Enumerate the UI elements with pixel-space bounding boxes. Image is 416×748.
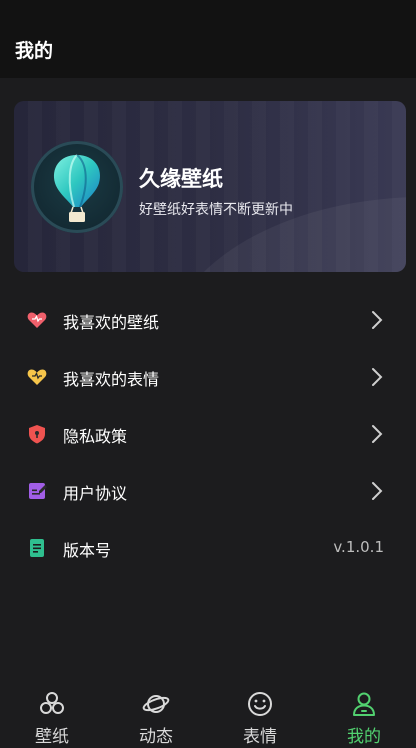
top-bar: 我的 xyxy=(0,0,416,78)
chevron-right-icon xyxy=(372,311,383,329)
menu-item-label: 我喜欢的壁纸 xyxy=(63,313,160,332)
app-logo xyxy=(31,141,123,233)
tab-stickers[interactable]: 表情 xyxy=(208,676,312,748)
page-title: 我的 xyxy=(15,40,54,62)
chevron-right-icon xyxy=(372,425,383,443)
menu-item-favorite-wallpapers[interactable]: 我喜欢的壁纸 xyxy=(0,291,416,348)
menu-item-label: 隐私政策 xyxy=(63,427,128,446)
tab-wallpaper[interactable]: 壁纸 xyxy=(0,676,104,748)
version-value: v.1.0.1 xyxy=(333,538,384,556)
menu-item-label: 我喜欢的表情 xyxy=(63,370,160,389)
bottom-tab-bar: 壁纸 动态 表情 我的 xyxy=(0,676,416,748)
tab-label: 我的 xyxy=(347,727,381,747)
tab-moments[interactable]: 动态 xyxy=(104,676,208,748)
tab-label: 表情 xyxy=(243,727,277,747)
tab-label: 动态 xyxy=(139,727,173,747)
heart-icon xyxy=(27,312,47,328)
menu-item-label: 版本号 xyxy=(63,541,112,560)
edit-note-icon xyxy=(29,483,47,499)
hot-air-balloon-icon xyxy=(53,154,101,222)
shield-lock-icon xyxy=(29,425,45,444)
menu-item-label: 用户协议 xyxy=(63,484,128,503)
chevron-right-icon xyxy=(372,482,383,500)
chevron-right-icon xyxy=(372,368,383,386)
profile-card: 久缘壁纸 好壁纸好表情不断更新中 xyxy=(14,101,406,272)
heart-icon xyxy=(27,369,47,385)
smiley-icon xyxy=(248,692,272,716)
app-slogan: 好壁纸好表情不断更新中 xyxy=(139,202,293,218)
user-icon xyxy=(353,692,375,716)
menu-item-version: 版本号 v.1.0.1 xyxy=(0,519,416,576)
menu-item-privacy-policy[interactable]: 隐私政策 xyxy=(0,405,416,462)
document-icon xyxy=(30,539,44,557)
clover-icon xyxy=(40,692,64,714)
menu-item-user-agreement[interactable]: 用户协议 xyxy=(0,462,416,519)
app-name: 久缘壁纸 xyxy=(139,167,223,191)
planet-icon xyxy=(142,695,170,713)
tab-label: 壁纸 xyxy=(35,727,69,747)
menu-item-favorite-stickers[interactable]: 我喜欢的表情 xyxy=(0,348,416,405)
tab-mine[interactable]: 我的 xyxy=(312,676,416,748)
